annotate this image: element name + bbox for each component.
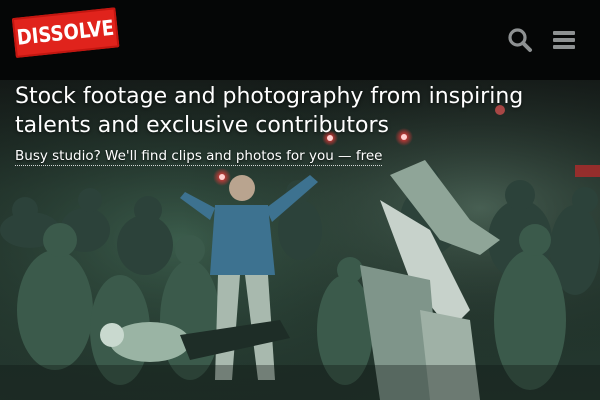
free-research-link[interactable]: Busy studio? We'll find clips and photos… bbox=[15, 147, 383, 166]
logo-text: DISSOLVE bbox=[15, 15, 116, 50]
top-navigation-bar: DISSOLVE bbox=[0, 0, 600, 80]
search-icon[interactable] bbox=[506, 26, 534, 54]
dissolve-logo[interactable]: DISSOLVE bbox=[11, 7, 120, 59]
hamburger-menu-icon[interactable] bbox=[550, 26, 578, 54]
hero-headline: Stock footage and photography from inspi… bbox=[15, 84, 524, 138]
